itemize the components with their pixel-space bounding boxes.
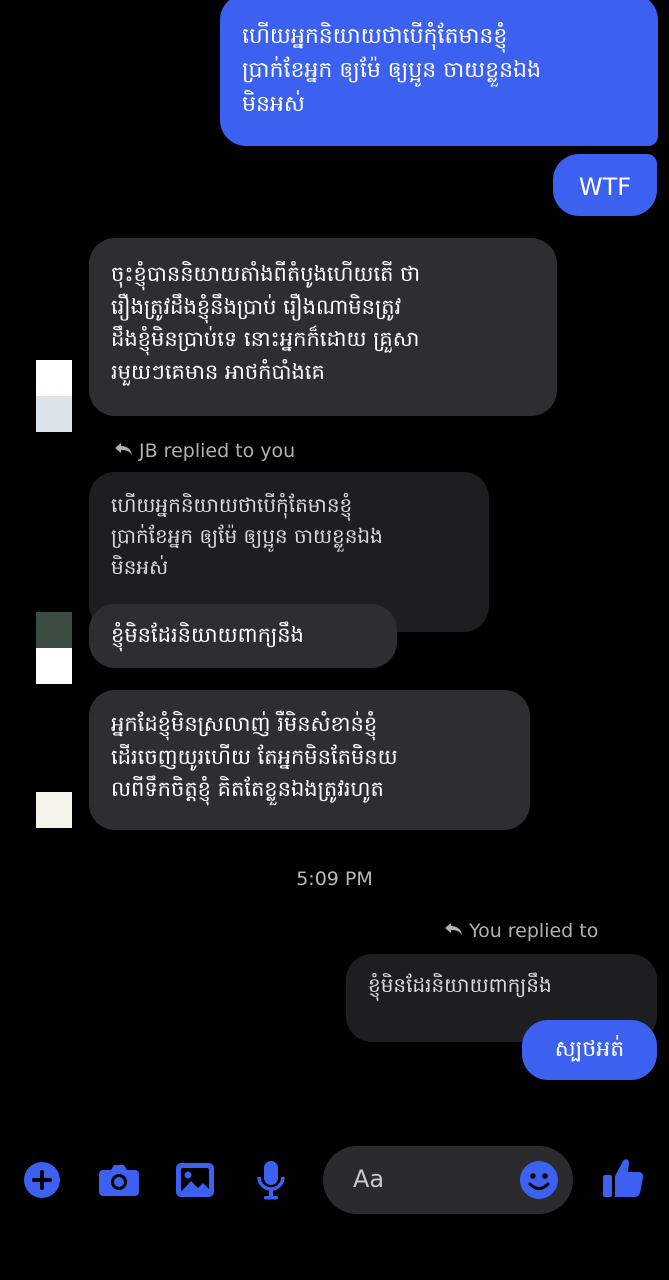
received-message[interactable]: ខ្ញុំមិនដែរនិយាយពាក្យនឹង <box>89 604 397 668</box>
avatar <box>36 612 72 684</box>
emoji-icon[interactable] <box>519 1160 559 1200</box>
composer-bar: Aa <box>0 1140 669 1230</box>
sent-message[interactable]: ហើយអ្នកនិយាយថាបើកុំតែមានខ្ញុំ ប្រាក់ខែអ្… <box>220 0 658 146</box>
reply-indicator: You replied to <box>443 920 598 942</box>
reply-label-text: JB replied to you <box>139 440 296 462</box>
reply-arrow-icon <box>443 920 463 942</box>
avatar <box>36 792 72 828</box>
avatar <box>36 360 72 432</box>
sent-message[interactable]: WTF <box>553 154 657 216</box>
camera-icon[interactable] <box>97 1158 141 1202</box>
reply-arrow-icon <box>113 440 133 462</box>
plus-icon[interactable] <box>20 1158 64 1202</box>
timestamp: 5:09 PM <box>296 868 373 890</box>
reply-label-text: You replied to <box>469 920 599 942</box>
microphone-icon[interactable] <box>249 1158 293 1202</box>
received-message[interactable]: អ្នកដែខ្ញុំមិនស្រលាញ់ រឺមិនសំខាន់ខ្ញុំ ដ… <box>89 690 530 830</box>
received-message[interactable]: ចុះខ្ញុំបាននិយាយតាំងពីតំបូងហើយតើ ថា រឿងត… <box>89 238 557 416</box>
image-icon[interactable] <box>173 1158 217 1202</box>
reply-indicator: JB replied to you <box>113 440 295 462</box>
message-input-placeholder: Aa <box>353 1165 385 1193</box>
thumbs-up-icon[interactable] <box>601 1156 645 1200</box>
message-input[interactable]: Aa <box>323 1146 573 1214</box>
sent-message[interactable]: ស្បថអត់ <box>522 1020 657 1080</box>
